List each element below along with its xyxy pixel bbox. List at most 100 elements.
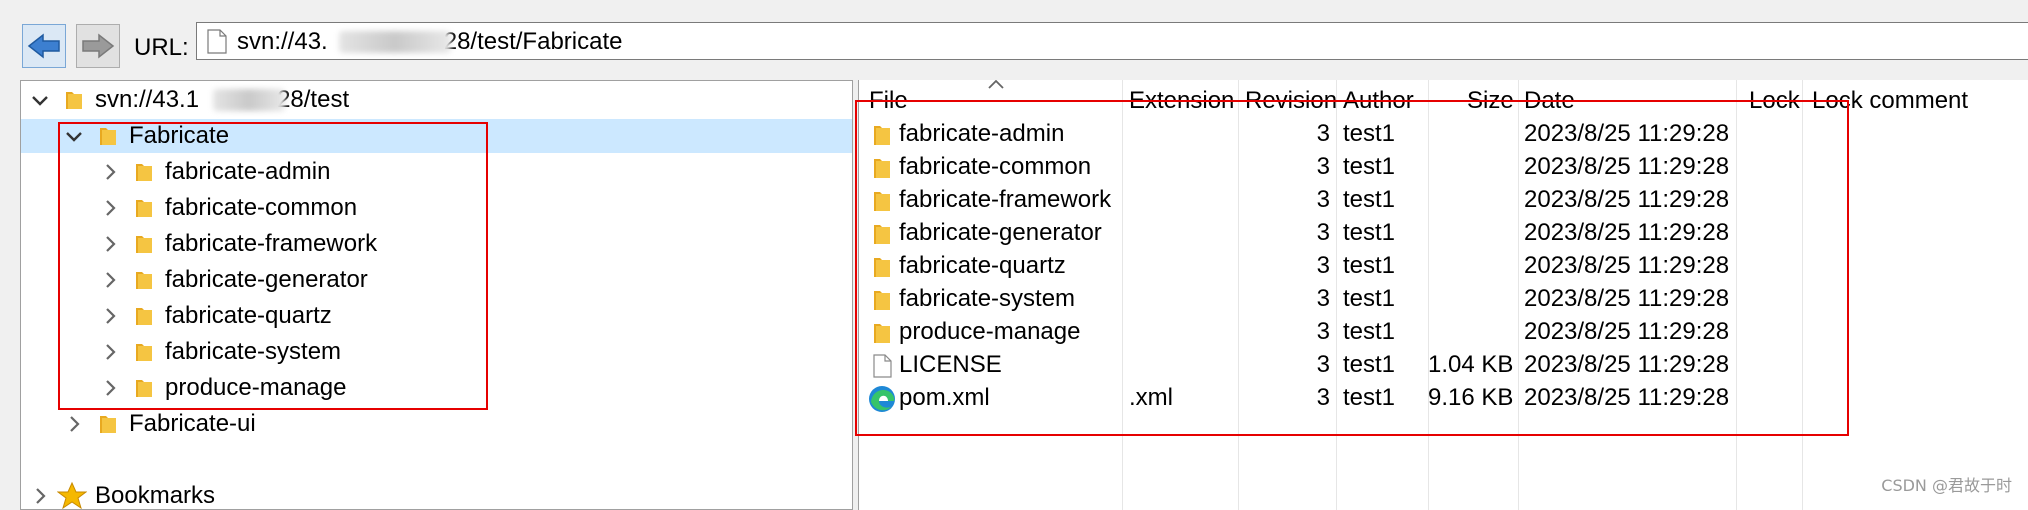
cell-file: pom.xml xyxy=(899,384,990,411)
chevron-down-icon[interactable] xyxy=(63,125,85,147)
cell-file: LICENSE xyxy=(899,351,1002,378)
folder-icon xyxy=(136,200,152,217)
column-header-date[interactable]: Date xyxy=(1524,87,1575,115)
cell-date: 2023/8/25 11:29:28 xyxy=(1524,186,1730,213)
chevron-right-icon[interactable] xyxy=(99,269,121,291)
folder-icon xyxy=(136,272,152,289)
cell-author: test1 xyxy=(1343,186,1396,213)
cell-size: 1.04 KB xyxy=(1428,351,1514,378)
chevron-right-icon[interactable] xyxy=(99,305,121,327)
folder-icon xyxy=(874,159,890,178)
chevron-right-icon[interactable] xyxy=(29,485,51,507)
star-icon xyxy=(57,481,87,509)
cell-revision: 3 xyxy=(1316,318,1330,345)
column-header-extension[interactable]: Extension xyxy=(1129,87,1234,115)
cell-date: 2023/8/25 11:29:28 xyxy=(1524,120,1730,147)
address-toolbar: URL: svn://43. 28/test/Fabricate xyxy=(0,0,2028,78)
folder-icon xyxy=(100,416,116,433)
cell-size: 9.16 KB xyxy=(1428,384,1514,411)
folder-icon xyxy=(874,126,890,145)
list-item[interactable]: fabricate-system 3 test1 2023/8/25 11:29… xyxy=(859,283,2028,316)
document-icon xyxy=(873,354,892,378)
tree-item-child[interactable]: fabricate-quartz xyxy=(21,299,852,333)
folder-icon xyxy=(874,192,890,211)
cell-author: test1 xyxy=(1343,318,1396,345)
column-header-size[interactable]: Size xyxy=(1467,87,1514,115)
folder-icon xyxy=(874,225,890,244)
url-label: URL: xyxy=(134,34,189,61)
cell-extension: .xml xyxy=(1129,384,1173,411)
cell-date: 2023/8/25 11:29:28 xyxy=(1524,351,1730,378)
cell-date: 2023/8/25 11:29:28 xyxy=(1524,318,1730,345)
folder-icon xyxy=(136,308,152,325)
list-item[interactable]: LICENSE 3 test1 1.04 KB 2023/8/25 11:29:… xyxy=(859,349,2028,382)
back-button[interactable] xyxy=(22,24,66,68)
watermark: CSDN @君故于时 xyxy=(1881,476,2012,495)
chevron-down-icon[interactable] xyxy=(29,89,51,111)
chevron-right-icon[interactable] xyxy=(99,197,121,219)
tree-item-fabricate-ui[interactable]: Fabricate-ui xyxy=(21,407,852,441)
cell-date: 2023/8/25 11:29:28 xyxy=(1524,219,1730,246)
folder-icon xyxy=(874,258,890,277)
folder-icon xyxy=(874,291,890,310)
cell-author: test1 xyxy=(1343,120,1396,147)
forward-button[interactable] xyxy=(76,24,120,68)
tree-item-child[interactable]: fabricate-framework xyxy=(21,227,852,261)
column-header-lock[interactable]: Lock xyxy=(1749,87,1800,115)
list-item[interactable]: fabricate-generator 3 test1 2023/8/25 11… xyxy=(859,217,2028,250)
folder-icon xyxy=(136,164,152,181)
column-header-revision[interactable]: Revision xyxy=(1245,87,1337,115)
tree-label: fabricate-admin xyxy=(165,158,331,185)
url-input[interactable]: svn://43. 28/test/Fabricate xyxy=(196,22,2028,60)
tree-label: Fabricate-ui xyxy=(129,410,256,437)
folder-icon xyxy=(874,324,890,343)
chevron-right-icon[interactable] xyxy=(99,341,121,363)
list-item[interactable]: fabricate-framework 3 test1 2023/8/25 11… xyxy=(859,184,2028,217)
tree-item-child[interactable]: fabricate-common xyxy=(21,191,852,225)
list-item[interactable]: fabricate-common 3 test1 2023/8/25 11:29… xyxy=(859,151,2028,184)
tree-item-bookmarks[interactable]: Bookmarks xyxy=(21,479,852,509)
cell-file: fabricate-quartz xyxy=(899,252,1066,279)
tree-item-child[interactable]: fabricate-generator xyxy=(21,263,852,297)
list-item[interactable]: fabricate-quartz 3 test1 2023/8/25 11:29… xyxy=(859,250,2028,283)
repository-tree[interactable]: svn://43.1 28/test Fabricate fabricate-ad… xyxy=(20,80,853,510)
cell-revision: 3 xyxy=(1316,153,1330,180)
tree-item-child[interactable]: fabricate-system xyxy=(21,335,852,369)
column-header-author[interactable]: Author xyxy=(1343,87,1414,115)
column-header-file[interactable]: File xyxy=(869,87,908,115)
chevron-right-icon[interactable] xyxy=(99,161,121,183)
cell-date: 2023/8/25 11:29:28 xyxy=(1524,285,1730,312)
chevron-right-icon[interactable] xyxy=(63,413,85,435)
folder-icon xyxy=(136,344,152,361)
tree-item-child[interactable]: fabricate-admin xyxy=(21,155,852,189)
cell-file: fabricate-system xyxy=(899,285,1076,312)
cell-revision: 3 xyxy=(1316,219,1330,246)
cell-revision: 3 xyxy=(1316,384,1330,411)
folder-icon xyxy=(100,128,116,145)
chevron-right-icon[interactable] xyxy=(99,233,121,255)
cell-author: test1 xyxy=(1343,384,1396,411)
cell-revision: 3 xyxy=(1316,351,1330,378)
tree-label: fabricate-quartz xyxy=(165,302,332,329)
tree-label: Bookmarks xyxy=(95,482,216,509)
tree-item-child[interactable]: produce-manage xyxy=(21,371,852,405)
list-item[interactable]: fabricate-admin 3 test1 2023/8/25 11:29:… xyxy=(859,118,2028,151)
cell-file: produce-manage xyxy=(899,318,1081,345)
file-list[interactable]: File Extension Revision Author Size Date… xyxy=(858,80,2028,510)
tree-item-fabricate[interactable]: Fabricate xyxy=(21,119,852,153)
tree-item-root[interactable]: svn://43.1 28/test xyxy=(21,83,852,117)
list-item[interactable]: produce-manage 3 test1 2023/8/25 11:29:2… xyxy=(859,316,2028,349)
cell-author: test1 xyxy=(1343,285,1396,312)
cell-revision: 3 xyxy=(1316,186,1330,213)
tree-label: produce-manage xyxy=(165,374,347,401)
cell-date: 2023/8/25 11:29:28 xyxy=(1524,252,1730,279)
cell-author: test1 xyxy=(1343,351,1396,378)
chevron-right-icon[interactable] xyxy=(99,377,121,399)
cell-author: test1 xyxy=(1343,252,1396,279)
list-item[interactable]: pom.xml .xml 3 test1 9.16 KB 2023/8/25 1… xyxy=(859,382,2028,415)
tree-label: Fabricate xyxy=(129,122,230,149)
column-header-lock-comment[interactable]: Lock comment xyxy=(1812,87,1968,115)
tree-label: fabricate-generator xyxy=(165,266,368,293)
cell-date: 2023/8/25 11:29:28 xyxy=(1524,384,1730,411)
cell-date: 2023/8/25 11:29:28 xyxy=(1524,153,1730,180)
